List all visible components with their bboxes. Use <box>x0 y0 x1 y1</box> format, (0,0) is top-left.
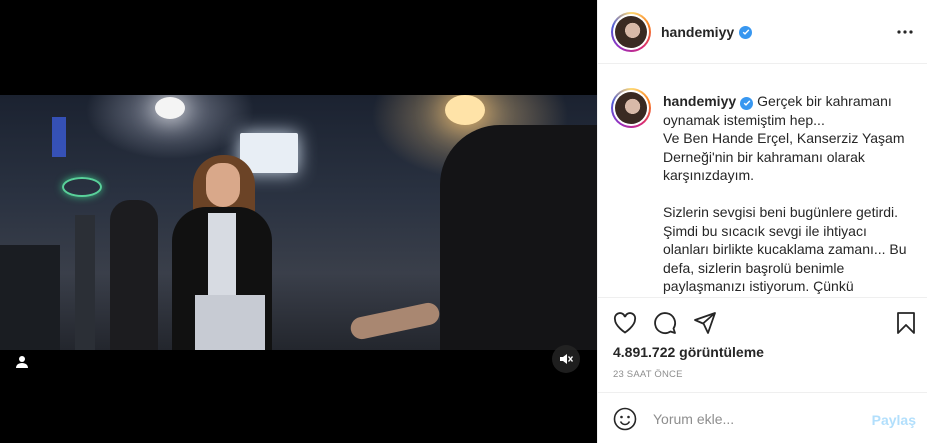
action-bar <box>598 305 927 341</box>
share-icon[interactable] <box>691 309 719 337</box>
background-equipment <box>0 245 60 350</box>
heart-icon[interactable] <box>611 309 639 337</box>
studio-light-warm <box>445 95 485 125</box>
caption-body: Gerçek bir kahramanı oynamak istemiştim … <box>663 93 907 294</box>
caption-area[interactable]: handemiyy Gerçek bir kahramanı oynamak is… <box>598 65 927 298</box>
blue-light <box>52 117 66 157</box>
background-pole <box>75 215 95 350</box>
comment-input[interactable] <box>653 407 863 431</box>
woman-skirt <box>195 295 265 350</box>
studio-light <box>155 97 185 119</box>
media-pane[interactable] <box>0 0 597 443</box>
more-options-icon[interactable] <box>894 22 916 42</box>
video-player[interactable] <box>0 95 597 350</box>
bookmark-icon[interactable] <box>892 309 920 337</box>
woman-face <box>206 163 240 207</box>
neon-sign <box>62 177 102 197</box>
caption-avatar[interactable] <box>611 88 651 128</box>
comment-bar: Paylaş <box>598 392 927 443</box>
background-person <box>110 200 158 350</box>
verified-badge-icon <box>740 96 754 110</box>
caption-username[interactable]: handemiyy <box>663 93 736 109</box>
speaker-muted-icon[interactable] <box>552 345 580 373</box>
header-username[interactable]: handemiyy <box>661 24 734 40</box>
post-time[interactable]: 23 SAAT ÖNCE <box>613 369 683 380</box>
post-panel: handemiyy handemiyy Gerçek bir kahramanı … <box>597 0 927 443</box>
header-user: handemiyy <box>661 24 753 40</box>
foreground-man <box>440 125 597 350</box>
verified-badge-icon <box>739 25 753 39</box>
post-header: handemiyy <box>598 0 927 64</box>
emoji-icon[interactable] <box>612 406 638 432</box>
avatar-image <box>615 16 647 48</box>
foreground-hand <box>348 300 442 342</box>
avatar-image <box>615 92 647 124</box>
avatar[interactable] <box>611 12 651 52</box>
user-icon[interactable] <box>10 350 34 374</box>
comment-icon[interactable] <box>651 309 679 337</box>
view-count[interactable]: 4.891.722 görüntüleme <box>613 344 764 360</box>
caption: handemiyy Gerçek bir kahramanı oynamak is… <box>663 92 913 296</box>
post-comment-button[interactable]: Paylaş <box>872 412 916 428</box>
